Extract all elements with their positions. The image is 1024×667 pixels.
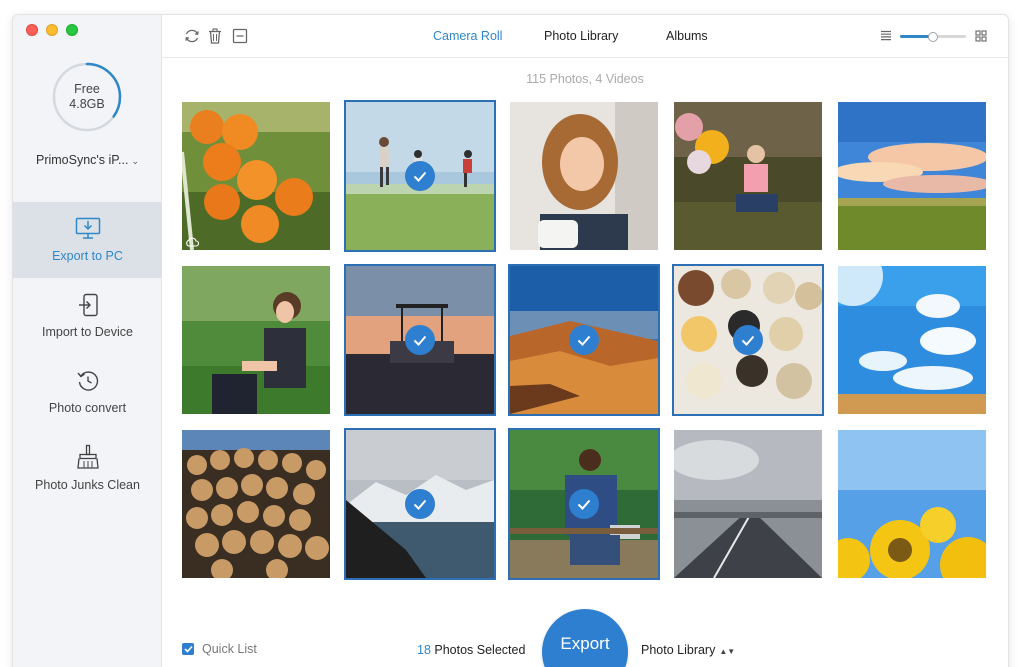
photo-image <box>674 430 822 578</box>
selected-check-icon <box>405 489 435 519</box>
photo-thumbnail-sunflowers[interactable] <box>838 430 986 578</box>
export-button-label: Export <box>560 634 610 653</box>
selection-summary: 18 Photos Selected <box>417 643 525 657</box>
media-count: 115 Photos, 4 Videos <box>526 72 644 86</box>
photo-grid <box>182 100 987 580</box>
destination-label: Photo Library <box>641 643 716 657</box>
photo-convert-icon <box>76 371 98 391</box>
tab-albums[interactable]: Albums <box>666 29 708 43</box>
sidebar-item-import-to-device[interactable]: Import to Device <box>13 278 162 354</box>
sidebar-item-label: Photo convert <box>48 401 127 415</box>
export-button[interactable]: Export <box>542 609 628 667</box>
updown-chevron-icon: ▲▼ <box>719 647 736 656</box>
slider-knob[interactable] <box>928 32 938 42</box>
photo-thumbnail-blue-sky-with-clouds[interactable] <box>838 266 986 414</box>
device-name: PrimoSync's iP... <box>35 153 129 167</box>
photo-thumbnail-coastal-rocks[interactable] <box>508 264 660 416</box>
photo-thumbnail-mountain-lake[interactable] <box>344 428 496 580</box>
export-to-pc-icon <box>75 217 100 239</box>
list-view-icon[interactable] <box>880 30 892 41</box>
selected-check-icon <box>569 489 599 519</box>
grid-view-icon[interactable] <box>975 30 987 42</box>
photo-thumbnail-stacked-logs[interactable] <box>182 430 330 578</box>
photo-image <box>838 102 986 250</box>
selected-check-icon <box>569 325 599 355</box>
photo-thumbnail-girl-with-mug[interactable] <box>510 102 658 250</box>
photo-thumbnail-sunset-sky-over-field[interactable] <box>838 102 986 250</box>
photo-thumbnail-kids-running-on-beach[interactable] <box>344 100 496 252</box>
import-to-device-icon <box>78 293 98 317</box>
selected-check-icon <box>405 325 435 355</box>
quick-list-toggle[interactable]: Quick List <box>182 642 257 656</box>
photo-thumbnail-man-on-bench-with-tablet[interactable] <box>508 428 660 580</box>
selected-check-icon <box>405 161 435 191</box>
window-controls <box>26 24 78 36</box>
sidebar: Free 4.8GB PrimoSync's iP... ⌄ Export to … <box>13 15 162 667</box>
storage-label: Free <box>74 82 100 96</box>
photo-thumbnail-coconuts[interactable] <box>182 102 330 250</box>
photo-image <box>838 430 986 578</box>
checkmark-icon <box>183 645 193 653</box>
sidebar-item-photo-junks-clean[interactable]: Photo Junks Clean <box>13 430 162 506</box>
sidebar-item-photo-convert[interactable]: Photo convert <box>13 354 162 430</box>
toolbar: Camera Roll Photo Library Albums <box>162 15 1008 58</box>
storage-value: 4.8GB <box>69 97 105 111</box>
photo-thumbnail-empty-road[interactable] <box>674 430 822 578</box>
storage-gauge: Free 4.8GB <box>51 61 123 133</box>
thumbnail-size-slider[interactable] <box>900 32 966 42</box>
sidebar-item-label: Import to Device <box>41 325 133 339</box>
tab-photo-library[interactable]: Photo Library <box>544 29 618 43</box>
photo-image <box>182 266 330 414</box>
photo-thumbnail-grains-and-spices[interactable] <box>672 264 824 416</box>
photo-image <box>838 266 986 414</box>
photo-image <box>510 102 658 250</box>
selected-check-icon <box>733 325 763 355</box>
destination-selector[interactable]: Photo Library ▲▼ <box>641 643 735 657</box>
sidebar-item-label: Photo Junks Clean <box>35 478 140 492</box>
photo-image <box>182 102 330 250</box>
photo-thumbnail-girl-with-balloons[interactable] <box>674 102 822 250</box>
selected-count: 18 <box>417 643 431 657</box>
zoom-window-button[interactable] <box>66 24 78 36</box>
quick-list-label: Quick List <box>202 642 257 656</box>
minimize-window-button[interactable] <box>46 24 58 36</box>
cloud-icon <box>186 237 199 247</box>
selected-label: Photos Selected <box>430 643 526 657</box>
photo-image <box>182 430 330 578</box>
photo-image <box>674 102 822 250</box>
close-window-button[interactable] <box>26 24 38 36</box>
sidebar-item-export-to-pc[interactable]: Export to PC <box>13 202 162 278</box>
photo-thumbnail-woman-reaching-hand[interactable] <box>182 266 330 414</box>
app-window: Free 4.8GB PrimoSync's iP... ⌄ Export to … <box>12 14 1009 667</box>
footer-bar: Quick List 18 Photos Selected Export Pho… <box>162 603 1008 667</box>
sidebar-item-label: Export to PC <box>52 249 123 263</box>
broom-icon <box>76 444 99 469</box>
tab-camera-roll[interactable]: Camera Roll <box>433 29 502 43</box>
chevron-down-icon: ⌄ <box>131 156 139 166</box>
photo-thumbnail-beach-canopy-at-dusk[interactable] <box>344 264 496 416</box>
device-selector[interactable]: PrimoSync's iP... ⌄ <box>13 153 162 167</box>
quick-list-checkbox[interactable] <box>182 643 194 655</box>
main-panel: Camera Roll Photo Library Albums 115 Pho… <box>162 15 1008 667</box>
sidebar-nav: Export to PC Import to Device Photo conv… <box>13 202 162 506</box>
